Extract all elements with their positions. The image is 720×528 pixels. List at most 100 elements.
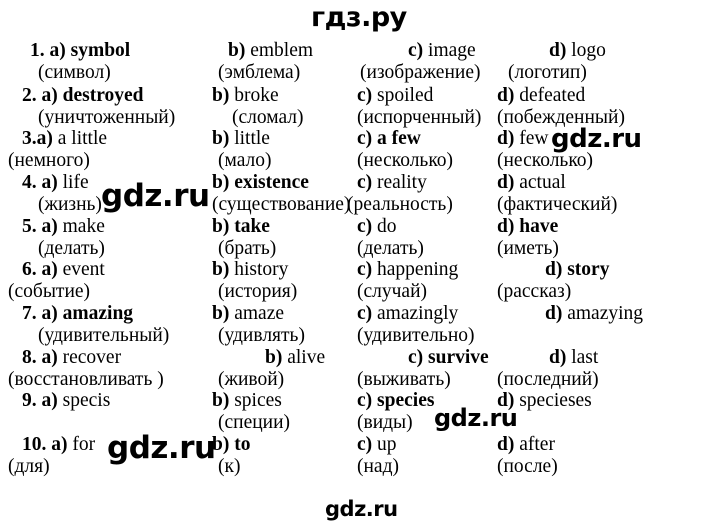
option-d[interactable]: d) story (545, 259, 609, 281)
option-word: last (571, 347, 599, 368)
option-c[interactable]: c) reality (357, 172, 427, 194)
option-d[interactable]: d) amazying (545, 303, 643, 325)
option-c[interactable]: c) happening (357, 259, 458, 281)
option-b[interactable]: b) history (212, 259, 288, 281)
option-letter: d) (549, 347, 572, 368)
option-letter: a) (51, 434, 73, 455)
option-word: emblem (250, 40, 314, 61)
option-a[interactable]: 4. a) life (22, 172, 89, 194)
option-letter: a) (41, 259, 63, 280)
option-word: specieses (519, 390, 592, 411)
option-word: for (72, 434, 96, 455)
option-a[interactable]: 6. a) event (22, 259, 105, 281)
option-b[interactable]: b) emblem (228, 40, 313, 62)
option-letter: a) (49, 40, 71, 61)
option-word: life (62, 172, 89, 193)
option-letter: d) (497, 172, 520, 193)
option-b[interactable]: b) amaze (212, 303, 284, 325)
option-d[interactable]: d) last (549, 347, 598, 369)
option-translation: (иметь) (497, 238, 559, 259)
option-b[interactable]: b) spices (212, 390, 282, 412)
option-d[interactable]: d) logo (549, 40, 606, 62)
option-translation: (существование) (212, 194, 351, 215)
option-letter: d) (545, 259, 568, 280)
option-d[interactable]: d) after (497, 434, 555, 456)
option-c[interactable]: c) image (408, 40, 476, 62)
option-word: logo (571, 40, 606, 61)
option-letter: c) (357, 216, 378, 237)
option-a[interactable]: 9. a) specis (22, 390, 110, 412)
option-a[interactable]: 3.a) a little (22, 128, 107, 150)
option-translation: (к) (218, 456, 241, 477)
option-d[interactable]: d) defeated (497, 85, 585, 107)
option-translation: (уничтоженный) (38, 107, 176, 128)
option-d[interactable]: d) have (497, 216, 558, 238)
option-letter: d) (497, 128, 520, 149)
watermark-footer: gdz.ru (325, 497, 398, 521)
option-a[interactable]: 1. a) symbol (30, 40, 130, 62)
option-word: take (234, 216, 270, 237)
option-translation: (испорченный) (357, 107, 482, 128)
option-word: amazing (62, 303, 134, 324)
option-a[interactable]: 2. a) destroyed (22, 85, 144, 107)
option-word: story (567, 259, 610, 280)
option-b[interactable]: b) broke (212, 85, 279, 107)
option-word: symbol (70, 40, 131, 61)
option-a[interactable]: 10. a) for (22, 434, 95, 456)
option-word: actual (519, 172, 566, 193)
option-c[interactable]: c) survive (408, 347, 489, 369)
question-number: 9. (22, 390, 42, 411)
option-c[interactable]: c) up (357, 434, 397, 456)
option-letter: b) (265, 347, 288, 368)
option-word: spoiled (377, 85, 434, 106)
option-translation: (случай) (357, 281, 428, 302)
option-word: little (234, 128, 270, 149)
option-word: broke (234, 85, 279, 106)
option-translation: (удивительно) (357, 325, 475, 346)
option-a[interactable]: 8. a) recover (22, 347, 121, 369)
option-translation: (делать) (357, 238, 424, 259)
option-b[interactable]: b) little (212, 128, 270, 150)
option-word: have (519, 216, 559, 237)
option-b[interactable]: b) alive (265, 347, 325, 369)
option-letter: b) (212, 85, 235, 106)
option-a[interactable]: 5. a) make (22, 216, 105, 238)
option-word: a few (377, 128, 421, 149)
option-c[interactable]: c) spoiled (357, 85, 433, 107)
watermark-overlay-d: gdz.ru (107, 430, 216, 466)
answer-row: 8. a) recover (восстановливать ) b) alive(… (0, 347, 720, 393)
option-b[interactable]: b) take (212, 216, 270, 238)
option-letter: c) (357, 303, 378, 324)
option-translation: (над) (357, 456, 399, 477)
option-c[interactable]: c) species (357, 390, 434, 412)
option-letter: d) (549, 40, 572, 61)
option-translation: (выживать) (357, 369, 451, 390)
option-word: destroyed (62, 85, 144, 106)
option-b[interactable]: b) existence (212, 172, 309, 194)
option-word: history (234, 259, 289, 280)
option-letter: b) (212, 303, 235, 324)
option-letter: c) (357, 434, 378, 455)
option-a[interactable]: 7. a) amazing (22, 303, 133, 325)
option-translation: (логотип) (508, 62, 587, 83)
option-word: species (377, 390, 435, 411)
option-letter: c) (357, 85, 378, 106)
option-translation: (реальность) (347, 194, 453, 215)
option-c[interactable]: c) a few (357, 128, 421, 150)
option-word: a little (57, 128, 108, 149)
option-d[interactable]: d) few (497, 128, 548, 150)
option-d[interactable]: d) actual (497, 172, 566, 194)
question-number: 6. (22, 259, 42, 280)
option-translation: (восстановливать ) (8, 369, 164, 390)
option-b[interactable]: b) to (212, 434, 250, 456)
option-translation: (фактический) (497, 194, 618, 215)
option-translation: (живой) (218, 369, 285, 390)
option-word: make (62, 216, 105, 237)
option-letter: a) (41, 172, 63, 193)
option-translation: (событие) (8, 281, 91, 302)
option-translation: (немного) (8, 150, 90, 171)
option-c[interactable]: c) do (357, 216, 397, 238)
option-translation: (мало) (218, 150, 272, 171)
option-c[interactable]: c) amazingly (357, 303, 458, 325)
answer-row: 6. a) event (событие) b) history (история) c… (0, 259, 720, 305)
